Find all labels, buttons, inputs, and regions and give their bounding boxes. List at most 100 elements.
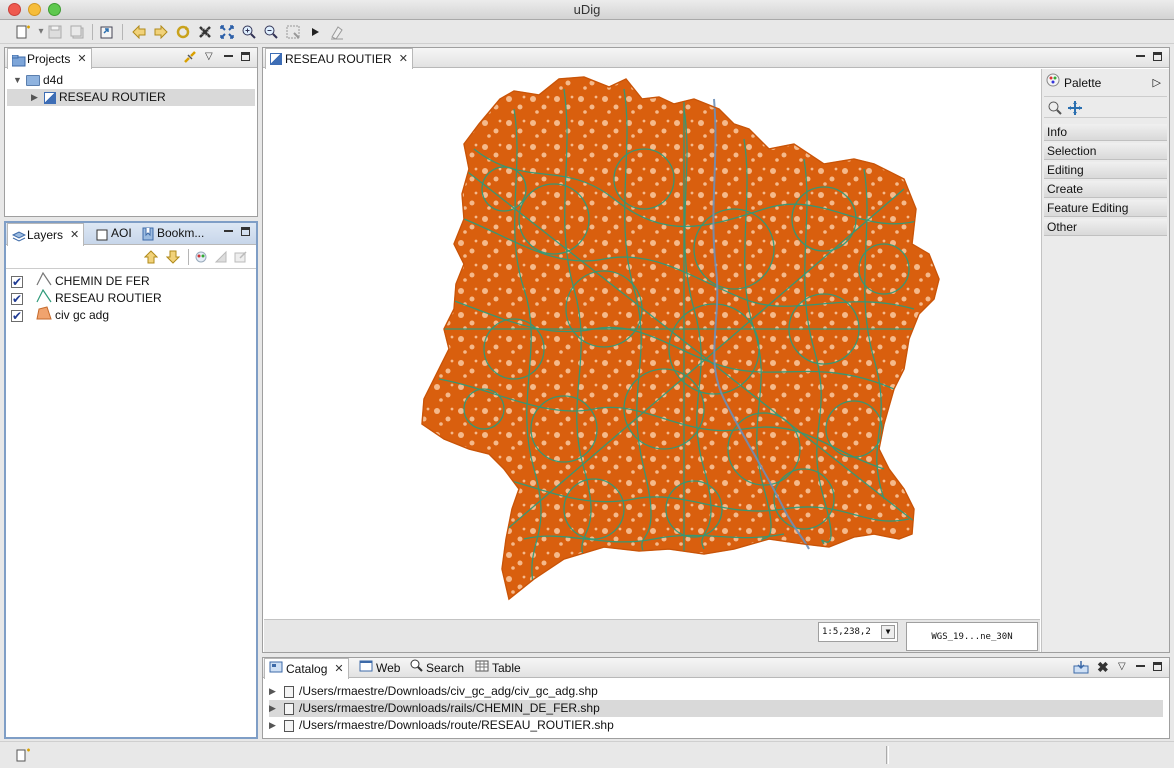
layer-visibility-checkbox[interactable]	[11, 274, 23, 291]
minimize-window-button[interactable]	[28, 3, 41, 16]
collapsed-triangle-icon[interactable]: ▶	[269, 683, 279, 700]
link-icon[interactable]	[183, 50, 197, 69]
palette-group-label: Create	[1047, 182, 1084, 196]
zoom-in-icon[interactable]	[240, 23, 258, 41]
close-icon[interactable]: ✕	[334, 659, 343, 679]
tree-item-reseau-routier[interactable]: ▶ RESEAU ROUTIER	[7, 89, 255, 106]
close-icon[interactable]: ✕	[70, 225, 79, 245]
next-icon[interactable]	[306, 23, 324, 41]
catalog-row[interactable]: ▶ /Users/rmaestre/Downloads/rails/CHEMIN…	[269, 700, 1163, 717]
export-icon[interactable]	[98, 23, 116, 41]
scale-combo[interactable]: 1:5,238,2 ▼	[818, 622, 898, 642]
minimize-icon[interactable]	[224, 225, 233, 239]
layer-item-civ-gc-adg[interactable]: civ gc adg	[11, 306, 110, 325]
zoom-window-button[interactable]	[48, 3, 61, 16]
magnifier-icon[interactable]	[1046, 99, 1064, 117]
web-icon	[359, 658, 373, 678]
palette-group-editing[interactable]: Editing	[1044, 162, 1167, 179]
export-layer-icon[interactable]	[232, 248, 250, 266]
minimize-icon[interactable]	[224, 50, 233, 64]
map-editor-panel: RESEAU ROUTIER ✕ 1:5,238,2 ▼ WGS_19...ne…	[262, 47, 1170, 653]
layer-label: civ gc adg	[55, 308, 110, 322]
stop-icon[interactable]	[196, 23, 214, 41]
edit-style-icon[interactable]	[212, 248, 230, 266]
map-status-bar: 1:5,238,2 ▼ WGS_19...ne_30N	[264, 619, 1040, 652]
save-icon[interactable]	[46, 23, 64, 41]
window-title: uDig	[573, 2, 601, 17]
maximize-icon[interactable]	[1153, 660, 1162, 674]
layer-item-chemin-de-fer[interactable]: CHEMIN DE FER	[11, 271, 150, 291]
tab-reseau-routier[interactable]: RESEAU ROUTIER ✕	[265, 48, 413, 69]
palette-group-feature-editing[interactable]: Feature Editing	[1044, 200, 1167, 217]
bookmark-icon	[142, 227, 154, 241]
layer-label: CHEMIN DE FER	[55, 274, 150, 288]
palette-header[interactable]: Palette ▷	[1044, 73, 1167, 93]
pan-icon[interactable]	[1066, 99, 1084, 117]
palette-icon	[1046, 73, 1060, 93]
tree-item-d4d[interactable]: ▼ d4d	[13, 72, 63, 89]
map-canvas[interactable]	[264, 69, 1040, 619]
crs-button[interactable]: WGS_19...ne_30N	[906, 622, 1038, 651]
toolbar-separator	[188, 249, 189, 265]
tab-table[interactable]: Table	[471, 658, 525, 678]
view-menu-icon[interactable]: ▽	[205, 50, 213, 64]
palette-group-create[interactable]: Create	[1044, 181, 1167, 198]
catalog-panel: Catalog ✕ Web Search Table ✖ ▽ ▶ /Users/…	[262, 657, 1170, 739]
forward-arrow-icon[interactable]	[152, 23, 170, 41]
collapsed-triangle-icon[interactable]: ▶	[269, 700, 279, 717]
tab-bookmarks[interactable]: Bookm...	[138, 223, 208, 243]
fast-view-icon[interactable]	[14, 746, 32, 764]
collapsed-triangle-icon[interactable]: ▶	[269, 717, 279, 734]
close-window-button[interactable]	[8, 3, 21, 16]
layer-label: RESEAU ROUTIER	[55, 291, 162, 305]
tab-layers[interactable]: Layers ✕	[7, 223, 85, 246]
style-icon[interactable]	[192, 248, 210, 266]
tab-catalog[interactable]: Catalog ✕	[264, 658, 349, 679]
tab-projects[interactable]: Projects ✕	[7, 48, 92, 69]
move-up-icon[interactable]	[142, 248, 160, 266]
new-icon[interactable]	[14, 23, 32, 41]
close-icon[interactable]: ✕	[77, 49, 86, 69]
tree-item-label: d4d	[43, 73, 64, 87]
maximize-icon[interactable]	[241, 225, 250, 239]
zoom-selection-icon[interactable]	[284, 23, 302, 41]
palette-group-label: Editing	[1047, 163, 1084, 177]
expanded-triangle-icon[interactable]: ▼	[13, 72, 23, 89]
minimize-icon[interactable]	[1136, 660, 1145, 674]
clear-icon[interactable]	[328, 23, 346, 41]
map-editor-tab-label: RESEAU ROUTIER	[285, 52, 392, 66]
close-icon[interactable]: ✕	[399, 49, 408, 69]
palette-group-info[interactable]: Info	[1044, 124, 1167, 141]
tab-web[interactable]: Web	[355, 658, 404, 678]
palette-group-other[interactable]: Other	[1044, 219, 1167, 236]
move-down-icon[interactable]	[164, 248, 182, 266]
zoom-extent-icon[interactable]	[218, 23, 236, 41]
back-arrow-icon[interactable]	[130, 23, 148, 41]
layer-visibility-checkbox[interactable]	[11, 291, 23, 308]
palette-expand-icon[interactable]: ▷	[1153, 73, 1161, 93]
import-icon[interactable]	[1073, 660, 1089, 679]
catalog-row[interactable]: ▶ /Users/rmaestre/Downloads/civ_gc_adg/c…	[269, 683, 1163, 700]
save-all-icon[interactable]	[68, 23, 86, 41]
layer-visibility-checkbox[interactable]	[11, 308, 23, 325]
chevron-down-icon[interactable]: ▼	[881, 625, 895, 639]
tab-aoi[interactable]: AOI	[92, 223, 136, 243]
shapefile-icon	[284, 719, 294, 732]
view-menu-icon[interactable]: ▽	[1118, 660, 1126, 674]
map-render[interactable]	[264, 69, 1040, 619]
remove-icon[interactable]: ✖	[1097, 660, 1109, 674]
zoom-out-icon[interactable]	[262, 23, 280, 41]
layer-item-reseau-routier[interactable]: RESEAU ROUTIER	[11, 288, 162, 308]
maximize-icon[interactable]	[1153, 50, 1162, 64]
catalog-row[interactable]: ▶ /Users/rmaestre/Downloads/route/RESEAU…	[269, 717, 1163, 734]
catalog-icon	[269, 659, 283, 679]
refresh-icon[interactable]	[174, 23, 192, 41]
palette-tools	[1044, 96, 1167, 118]
collapsed-triangle-icon[interactable]: ▶	[31, 89, 41, 106]
maximize-icon[interactable]	[241, 50, 250, 64]
crs-value: WGS_19...ne_30N	[931, 632, 1013, 642]
palette-group-selection[interactable]: Selection	[1044, 143, 1167, 160]
tab-table-label: Table	[492, 661, 521, 675]
minimize-icon[interactable]	[1136, 50, 1145, 64]
tab-search[interactable]: Search	[405, 658, 468, 678]
